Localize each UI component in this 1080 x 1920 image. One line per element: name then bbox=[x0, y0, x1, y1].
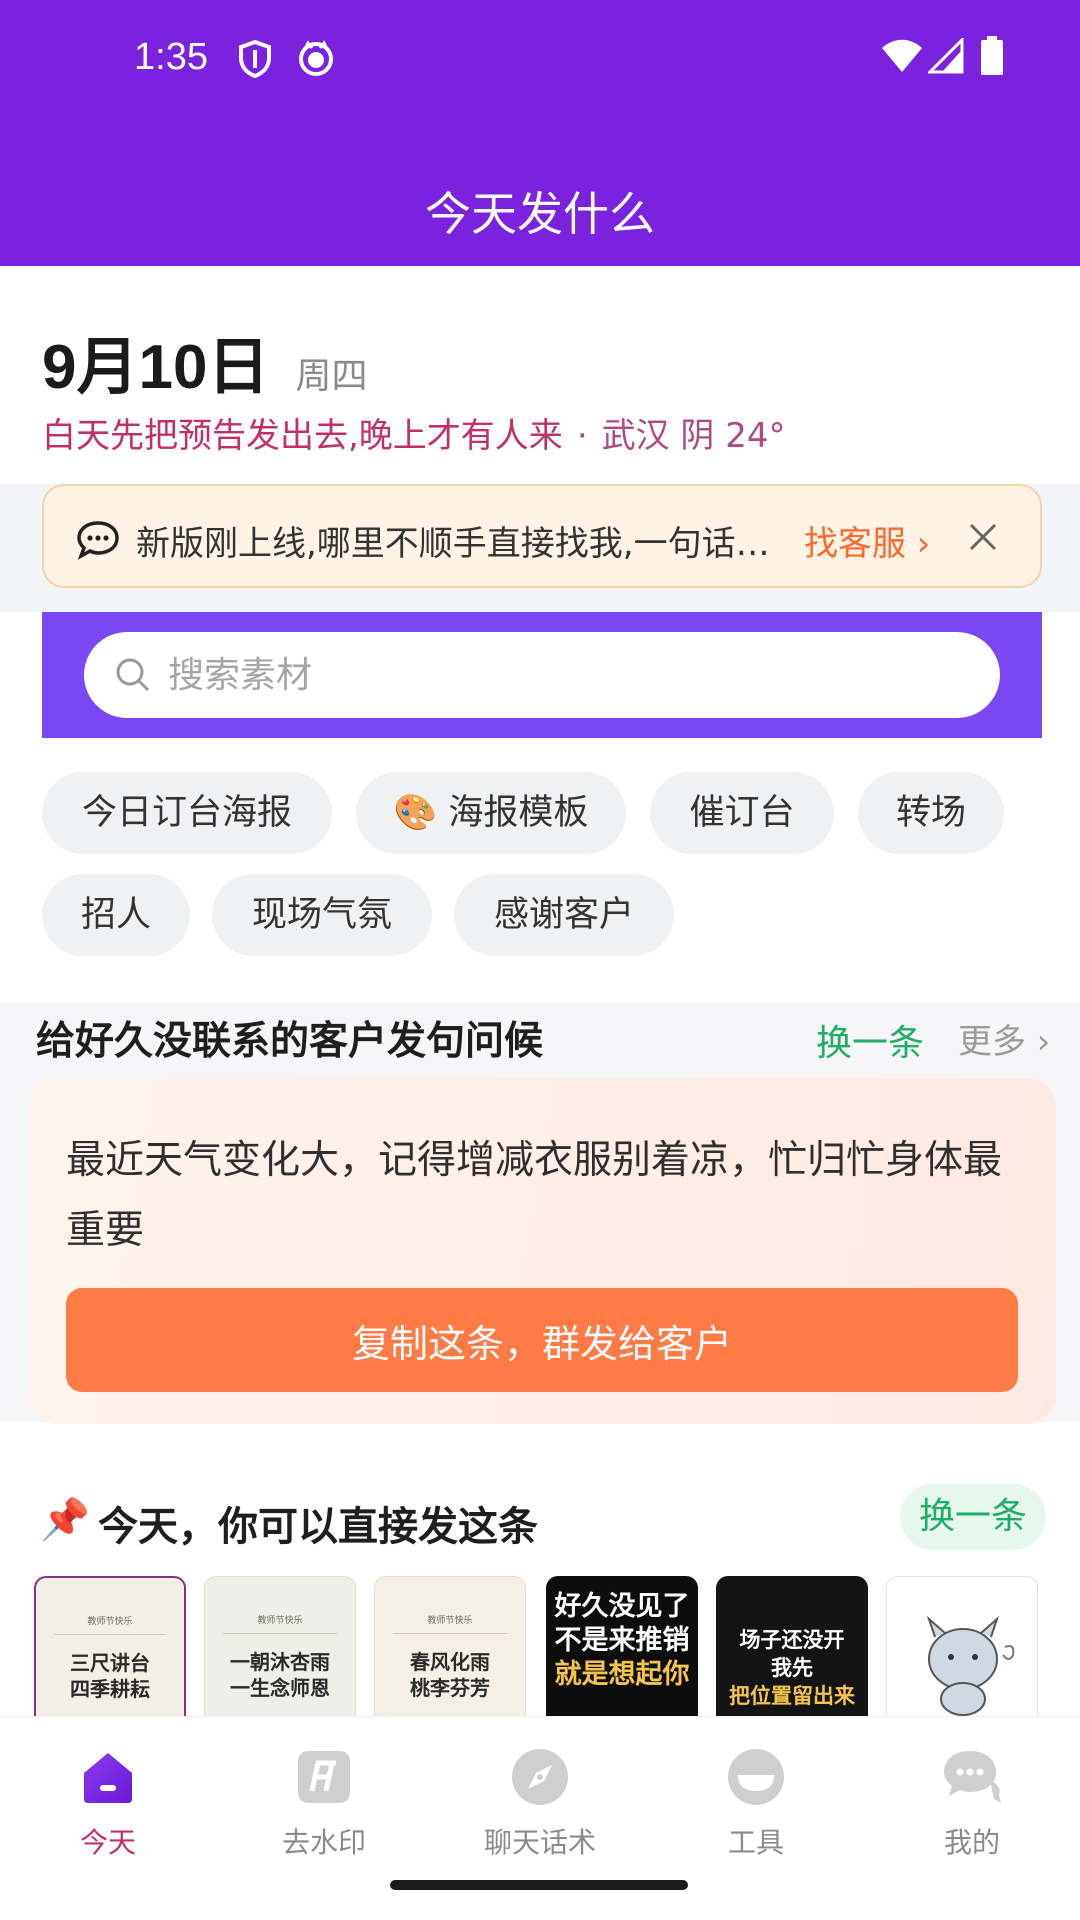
thumbnail-text: 一朝沐杏雨 一生念师恩 bbox=[230, 1650, 330, 1700]
more-link[interactable]: 更多 › bbox=[958, 1014, 1050, 1063]
home-icon bbox=[76, 1745, 140, 1813]
thumbnail-text: 三尺讲台 四季耕耘 bbox=[70, 1651, 150, 1701]
search-input[interactable] bbox=[168, 632, 968, 718]
chip-recruit[interactable]: 招人 bbox=[42, 874, 190, 956]
wifi-icon bbox=[880, 38, 924, 78]
thumbnail-card[interactable] bbox=[886, 1576, 1038, 1716]
chip-label: 转场 bbox=[895, 793, 966, 833]
thumbnail-text: 场子还没开 我先 把位置留出来 bbox=[729, 1628, 855, 1708]
tab-chat-scripts[interactable]: 聊天话术 bbox=[450, 1731, 630, 1861]
daily-tip: 白天先把预告发出去,晚上才有人来 · 武汉 阴 24° bbox=[42, 408, 786, 457]
tip-separator: · bbox=[576, 416, 588, 456]
notice-text: 新版刚上线,哪里不顺手直接找我,一句话就行 bbox=[136, 524, 776, 564]
greeting-section-title: 给好久没联系的客户发句问候 bbox=[36, 1019, 544, 1064]
compass-icon bbox=[508, 1745, 572, 1813]
chip-transition[interactable]: 转场 bbox=[858, 772, 1004, 854]
profile-chat-icon bbox=[940, 1745, 1004, 1813]
copy-broadcast-button[interactable]: 复制这条，群发给客户 bbox=[66, 1288, 1018, 1392]
tab-label: 聊天话术 bbox=[483, 1826, 596, 1859]
thumbnail-card[interactable]: 场子还没开 我先 把位置留出来 bbox=[716, 1576, 868, 1716]
refresh-greeting-button[interactable]: 换一条 bbox=[816, 1014, 924, 1066]
today-section-title: 今天，你可以直接发这条 bbox=[98, 1504, 538, 1550]
refresh-today-button[interactable]: 换一条 bbox=[900, 1484, 1046, 1550]
tip-text: 白天先把预告发出去,晚上才有人来 bbox=[42, 416, 563, 456]
chip-today-poster[interactable]: 今日订台海报 bbox=[42, 772, 332, 854]
tab-today[interactable]: 今天 bbox=[18, 1731, 198, 1861]
chip-thank-customers[interactable]: 感谢客户 bbox=[454, 874, 674, 956]
palette-icon: 🎨 bbox=[393, 793, 438, 833]
search-band bbox=[42, 612, 1042, 738]
search-icon bbox=[114, 656, 152, 698]
tab-mine[interactable]: 我的 bbox=[882, 1731, 1062, 1861]
chip-label: 招人 bbox=[80, 895, 151, 935]
thumbnail-tag: 教师节快乐 bbox=[257, 1616, 303, 1626]
contact-support-link[interactable]: 找客服 › bbox=[804, 516, 930, 565]
tab-label: 我的 bbox=[943, 1826, 1000, 1859]
thumbnail-card[interactable]: 教师节快乐 春风化雨 桃李芬芳 bbox=[374, 1576, 526, 1716]
thumbnail-text: 春风化雨 桃李芬芳 bbox=[410, 1650, 490, 1700]
tools-icon bbox=[724, 1745, 788, 1813]
notice-banner[interactable]: 新版刚上线,哪里不顺手直接找我,一句话就行 找客服 › bbox=[42, 484, 1042, 588]
shield-icon bbox=[238, 39, 272, 82]
pin-icon: 📌 bbox=[40, 1497, 90, 1543]
tab-label: 去水印 bbox=[281, 1826, 366, 1859]
app-header: 今天发什么 bbox=[0, 120, 1080, 266]
tab-label: 今天 bbox=[79, 1826, 136, 1859]
weekday-label: 周四 bbox=[295, 356, 368, 397]
thumbnail-tag: 教师节快乐 bbox=[427, 1616, 473, 1626]
page-title: 今天发什么 bbox=[425, 187, 655, 241]
chip-label: 海报模板 bbox=[448, 793, 589, 833]
material-thumbnails: 教师节快乐 三尺讲台 四季耕耘 教师节快乐 一朝沐杏雨 一生念师恩 教师节快乐 春风… bbox=[0, 1576, 1080, 1716]
chip-atmosphere[interactable]: 现场气氛 bbox=[212, 874, 432, 956]
tab-label: 工具 bbox=[727, 1826, 784, 1859]
cat-face-icon bbox=[298, 40, 334, 80]
search-box[interactable] bbox=[84, 632, 1000, 718]
chip-label: 现场气氛 bbox=[251, 895, 392, 935]
thumbnail-card[interactable]: 教师节快乐 三尺讲台 四季耕耘 bbox=[34, 1576, 186, 1716]
thumbnail-card[interactable]: 教师节快乐 一朝沐杏雨 一生念师恩 bbox=[204, 1576, 356, 1716]
greeting-message: 最近天气变化大，记得增减衣服别着凉，忙归忙身体最重要 bbox=[66, 1138, 1003, 1253]
watermark-icon bbox=[292, 1745, 356, 1813]
battery-icon bbox=[980, 36, 1004, 80]
status-time: 1:35 bbox=[134, 36, 208, 78]
chat-bubble-icon bbox=[76, 520, 120, 564]
chip-label: 感谢客户 bbox=[493, 895, 634, 935]
divider bbox=[393, 1633, 507, 1634]
date-row: 9月10日 周四 bbox=[42, 316, 367, 406]
chip-urge-booking[interactable]: 催订台 bbox=[650, 772, 834, 854]
divider bbox=[223, 1633, 337, 1634]
chip-poster-template[interactable]: 🎨 海报模板 bbox=[356, 772, 626, 854]
close-icon[interactable] bbox=[966, 520, 1000, 558]
divider bbox=[54, 1634, 166, 1635]
thumbnail-tag: 教师节快乐 bbox=[87, 1617, 133, 1627]
status-bar: 1:35 bbox=[0, 0, 1080, 120]
thumbnail-card[interactable]: 好久没见了 不是来推销 就是想起你 bbox=[546, 1576, 698, 1716]
chip-label: 催订台 bbox=[689, 793, 795, 833]
tab-remove-watermark[interactable]: 去水印 bbox=[234, 1731, 414, 1861]
date-label: 9月10日 bbox=[42, 333, 270, 402]
thumbnail-text: 好久没见了 不是来推销 就是想起你 bbox=[554, 1591, 690, 1690]
tab-tools[interactable]: 工具 bbox=[666, 1731, 846, 1861]
home-indicator[interactable] bbox=[390, 1880, 688, 1890]
greeting-card: 最近天气变化大，记得增减衣服别着凉，忙归忙身体最重要 复制这条，群发给客户 bbox=[28, 1078, 1056, 1424]
weather-label: 武汉 阴 24° bbox=[601, 416, 786, 456]
chip-label: 今日订台海报 bbox=[81, 793, 292, 833]
cartoon-sticker-icon bbox=[926, 1615, 1015, 1716]
cellular-signal-icon bbox=[926, 36, 964, 78]
